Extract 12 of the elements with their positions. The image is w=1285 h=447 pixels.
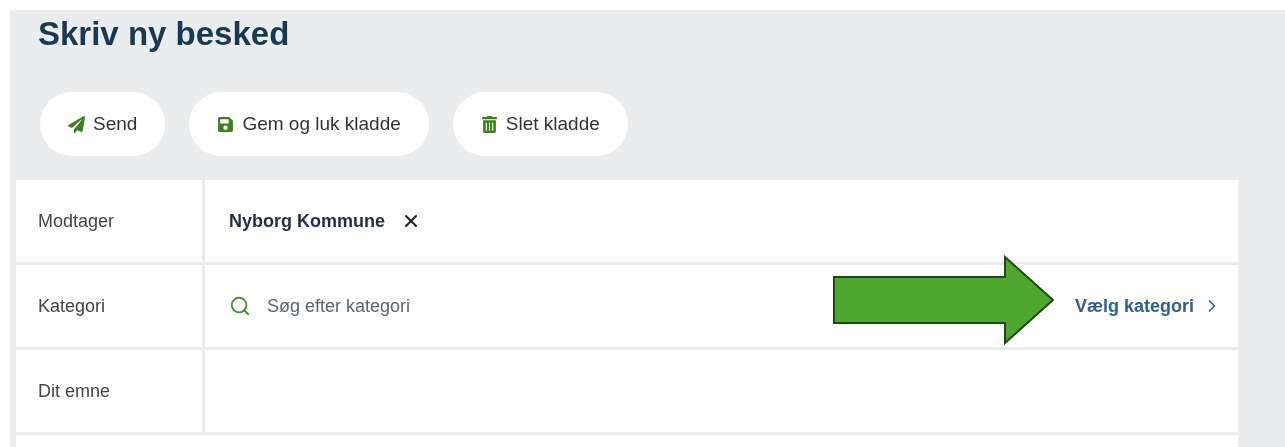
field-label-cell: Kategori [16, 265, 202, 347]
choose-category-link[interactable]: Vælg kategori [1074, 292, 1222, 320]
field-label-cell: Dit emne [16, 350, 202, 432]
page-title: Skriv ny besked [37, 14, 291, 54]
toolbar-button[interactable]: Send [40, 92, 166, 156]
paper-plane-icon [68, 115, 85, 133]
toolbar-button[interactable]: Gem og luk kladde [189, 92, 429, 156]
search-icon [229, 295, 251, 317]
recipient-name: Nyborg Kommune [229, 209, 385, 233]
toolbar-button[interactable]: Slet kladde [452, 92, 628, 156]
field-label-cell: Modtager [16, 180, 202, 262]
trash-icon [480, 115, 498, 133]
